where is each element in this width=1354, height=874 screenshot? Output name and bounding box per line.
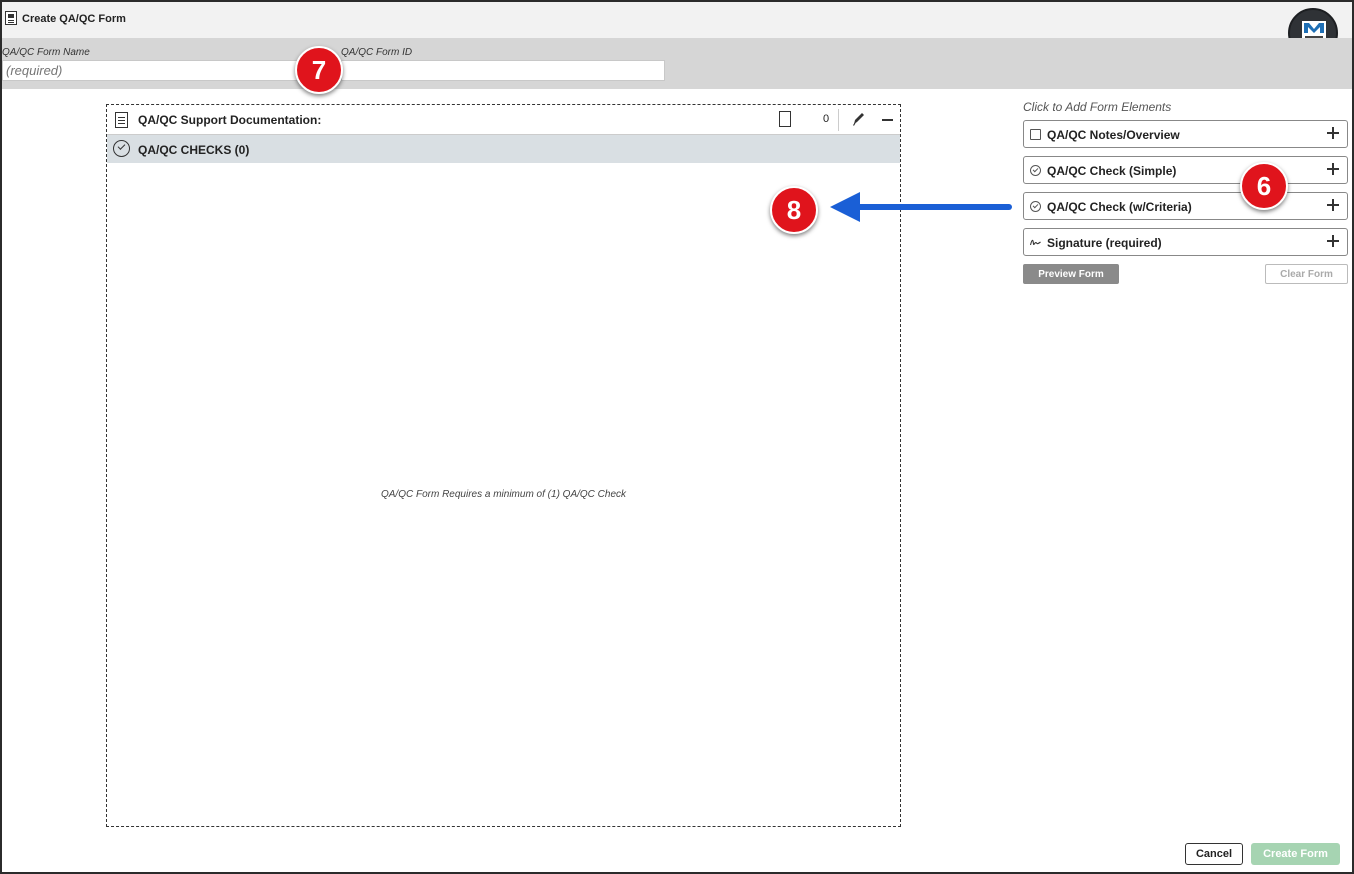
note-icon — [1030, 129, 1041, 140]
annotation-arrow-head — [830, 192, 860, 222]
form-id-label: QA/QC Form ID — [341, 47, 413, 58]
element-label: Signature (required) — [1047, 236, 1162, 250]
form-app-icon — [5, 11, 17, 25]
support-documentation-row: QA/QC Support Documentation: 0 — [107, 105, 900, 135]
clear-form-button[interactable]: Clear Form — [1265, 264, 1348, 284]
divider — [838, 109, 839, 131]
annotation-arrow-line — [854, 204, 1012, 210]
element-label: QA/QC Notes/Overview — [1047, 128, 1180, 142]
check-circle-icon — [1030, 201, 1041, 212]
element-label: QA/QC Check (Simple) — [1047, 164, 1177, 178]
support-documentation-title: QA/QC Support Documentation: — [138, 113, 322, 127]
element-label: QA/QC Check (w/Criteria) — [1047, 200, 1192, 214]
collapse-icon[interactable] — [882, 119, 893, 121]
dialog-window: Create QA/QC Form QA/QC Form Name QA/QC … — [2, 2, 1352, 872]
plus-icon[interactable] — [1327, 127, 1339, 139]
form-name-input[interactable] — [2, 60, 302, 81]
form-name-label: QA/QC Form Name — [2, 47, 90, 58]
annotation-badge-6: 6 — [1240, 162, 1288, 210]
check-circle-icon — [113, 140, 130, 157]
form-header: QA/QC Form Name QA/QC Form ID — [2, 38, 1352, 89]
document-icon — [115, 112, 128, 128]
annotation-badge-7: 7 — [295, 46, 343, 94]
create-form-button[interactable]: Create Form — [1251, 843, 1340, 865]
qaqc-checks-row: QA/QC CHECKS (0) — [107, 135, 900, 163]
add-check-criteria[interactable]: QA/QC Check (w/Criteria) — [1023, 192, 1348, 220]
file-icon[interactable] — [779, 111, 791, 127]
add-notes-overview[interactable]: QA/QC Notes/Overview — [1023, 120, 1348, 148]
cancel-button[interactable]: Cancel — [1185, 843, 1243, 865]
pencil-icon[interactable] — [852, 111, 866, 127]
annotation-badge-8: 8 — [770, 186, 818, 234]
title-bar: Create QA/QC Form — [2, 2, 1352, 38]
plus-icon[interactable] — [1327, 199, 1339, 211]
plus-icon[interactable] — [1327, 163, 1339, 175]
window-title: Create QA/QC Form — [22, 13, 126, 25]
form-id-input[interactable] — [341, 60, 665, 81]
empty-checks-message: QA/QC Form Requires a minimum of (1) QA/… — [380, 489, 627, 500]
plus-icon[interactable] — [1327, 235, 1339, 247]
document-count: 0 — [823, 113, 830, 125]
qaqc-checks-title: QA/QC CHECKS (0) — [138, 143, 250, 157]
add-signature[interactable]: Signature (required) — [1023, 228, 1348, 256]
preview-form-button[interactable]: Preview Form — [1023, 264, 1119, 284]
signature-icon — [1030, 239, 1041, 246]
add-elements-hint: Click to Add Form Elements — [1023, 100, 1172, 114]
check-circle-icon — [1030, 165, 1041, 176]
add-check-simple[interactable]: QA/QC Check (Simple) — [1023, 156, 1348, 184]
